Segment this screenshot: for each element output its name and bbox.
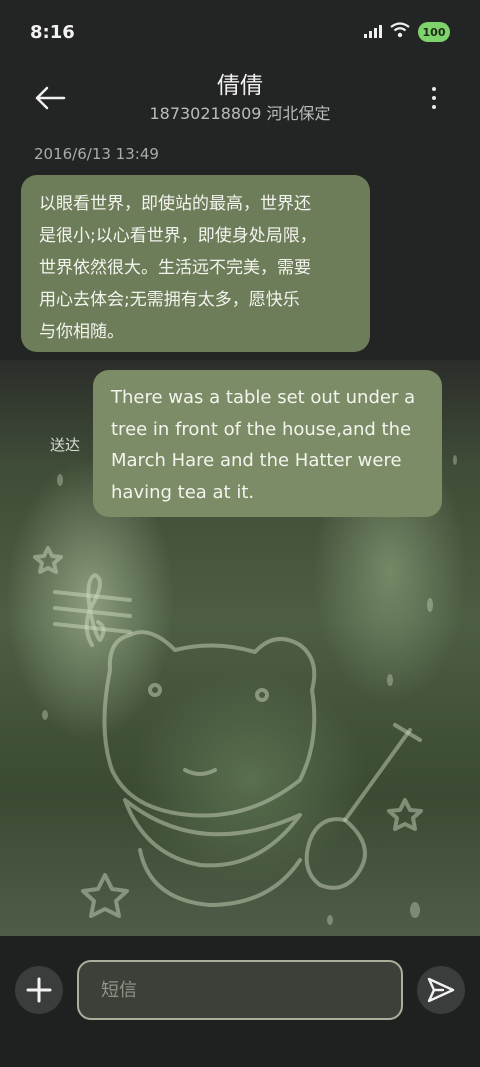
outgoing-message-bubble[interactable]: There was a table set out under a tree i… — [93, 370, 442, 517]
message-line: having tea at it. — [111, 481, 255, 503]
send-button[interactable] — [417, 966, 465, 1014]
sent-status: 送达 — [50, 436, 81, 454]
message-line: 与你相随。 — [39, 322, 124, 342]
message-line: 世界依然很大。生活远不完美，需要 — [39, 258, 311, 278]
message-line: tree in front of the house,and the — [111, 418, 412, 440]
incoming-message-bubble[interactable]: 以眼看世界，即使站的最高，世界还 是很小;以心看世界，即使身处局限， 世界依然很… — [21, 175, 370, 352]
conversation-header: 倩倩 18730218809 河北保定 — [0, 66, 480, 136]
status-icons: 100 — [364, 22, 450, 42]
messaging-screen: 8:16 100 倩倩 18730218809 河北保定 2016/6/13 1… — [0, 0, 480, 1067]
battery-indicator: 100 — [418, 22, 450, 42]
plus-icon — [26, 977, 52, 1003]
composer-bar — [0, 936, 480, 1067]
message-line: 以眼看世界，即使站的最高，世界还 — [39, 194, 311, 214]
message-line: March Hare and the Hatter were — [111, 450, 402, 471]
message-line: 用心去体会;无需拥有太多，愿快乐 — [39, 290, 300, 310]
message-input[interactable] — [77, 960, 403, 1020]
signal-icon — [364, 23, 382, 42]
message-line: There was a table set out under a — [111, 387, 416, 408]
wifi-icon — [390, 22, 410, 42]
contact-name: 倩倩 — [217, 73, 263, 99]
contact-number-location: 18730218809 河北保定 — [149, 104, 331, 123]
more-vertical-icon — [432, 87, 436, 91]
add-attachment-button[interactable] — [15, 966, 63, 1014]
status-time: 8:16 — [30, 22, 75, 43]
message-line: 是很小;以心看世界，即使身处局限， — [39, 226, 317, 246]
status-bar: 8:16 100 — [0, 0, 480, 66]
more-options-button[interactable] — [422, 78, 446, 118]
message-date: 2016/6/13 13:49 — [34, 145, 159, 163]
send-icon — [427, 977, 455, 1003]
